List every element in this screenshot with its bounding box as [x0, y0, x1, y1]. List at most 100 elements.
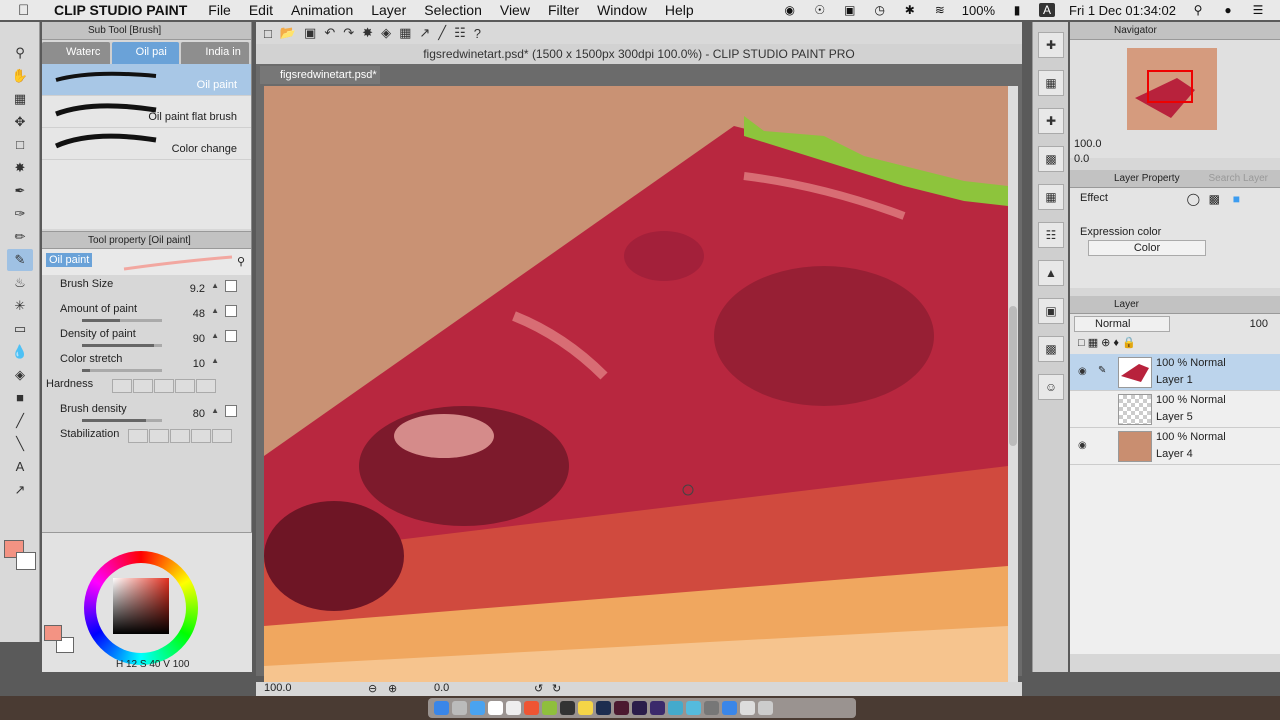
brush-color-change[interactable]: Color change	[42, 128, 251, 160]
stabilization-cells[interactable]	[128, 429, 233, 443]
menu-filter[interactable]: Filter	[548, 2, 579, 18]
fill-icon[interactable]: ◈	[7, 364, 33, 386]
image-material-icon[interactable]: ▲	[1038, 260, 1064, 286]
prop-brush-density[interactable]: Brush density 80 ▲	[42, 400, 251, 425]
indesign-icon[interactable]	[614, 701, 629, 715]
decoration-icon[interactable]: ✳	[7, 295, 33, 317]
snap-ruler-icon[interactable]: ↗	[419, 25, 430, 41]
search-layer-tab[interactable]: Search Layer	[1209, 170, 1268, 188]
creative-cloud-icon[interactable]: ☉	[812, 3, 828, 17]
text-icon[interactable]: A	[7, 456, 33, 478]
layer-row[interactable]: ◉ 100 % Normal Layer 4	[1070, 428, 1280, 465]
save-icon[interactable]: ▣	[304, 25, 316, 41]
bluetooth-icon[interactable]: ✱	[902, 3, 918, 17]
navigator-thumbnail[interactable]	[1127, 48, 1217, 130]
input-source-icon[interactable]: A	[1039, 3, 1056, 17]
facetime-icon[interactable]	[686, 701, 701, 715]
brush-icon[interactable]: ✎	[7, 249, 33, 271]
after-effects-icon[interactable]	[632, 701, 647, 715]
cut-icon[interactable]: ▣	[1038, 298, 1064, 324]
menu-help[interactable]: Help	[665, 2, 694, 18]
apple-icon[interactable]: 	[18, 2, 40, 19]
zoom-out-icon[interactable]: ⊖	[368, 682, 377, 695]
view-rect[interactable]	[1147, 70, 1193, 103]
pen-icon[interactable]: ✑	[7, 203, 33, 225]
slider[interactable]	[82, 369, 162, 372]
pressure-icon[interactable]	[225, 405, 237, 417]
main-color-swatch[interactable]	[44, 625, 62, 641]
clear-icon[interactable]: ✸	[362, 25, 373, 41]
spin-icon[interactable]: ▲	[211, 306, 219, 315]
calendar-icon[interactable]	[506, 701, 521, 715]
snap-special-ruler-icon[interactable]: ╱	[438, 25, 446, 41]
zoom-icon[interactable]: ⚲	[7, 42, 33, 64]
wifi-icon[interactable]: ≋	[932, 3, 948, 17]
notification-icon[interactable]: ☰	[1250, 3, 1266, 17]
app-store-icon[interactable]	[722, 701, 737, 715]
pressure-icon[interactable]	[225, 280, 237, 292]
rotate-right-icon[interactable]: ↻	[552, 682, 561, 695]
zoom-value[interactable]: 100.0	[264, 682, 292, 694]
battery-icon[interactable]: ▮	[1009, 3, 1025, 17]
slider[interactable]	[82, 319, 162, 322]
eyedropper-icon[interactable]: ✒	[7, 180, 33, 202]
tone-icon[interactable]: ▦	[1038, 184, 1064, 210]
eraser-icon[interactable]: ▭	[7, 318, 33, 340]
expression-color-select[interactable]: Color	[1088, 240, 1206, 256]
stickies-icon[interactable]	[578, 701, 593, 715]
material-icon[interactable]: ▦	[1038, 70, 1064, 96]
vertical-scrollbar[interactable]	[1008, 86, 1018, 682]
layer-row[interactable]: 100 % Normal Layer 5	[1070, 391, 1280, 428]
brush-oil-paint[interactable]: Oil paint	[42, 64, 251, 96]
pressure-icon[interactable]	[225, 305, 237, 317]
prop-value[interactable]: 90	[193, 333, 205, 345]
new-icon[interactable]: □	[264, 26, 272, 41]
stack-icon[interactable]: ▩	[1038, 336, 1064, 362]
menu-view[interactable]: View	[500, 2, 530, 18]
magic-wand-icon[interactable]: ✸	[7, 157, 33, 179]
hand-icon[interactable]: ✋	[7, 65, 33, 87]
tab-watercolor[interactable]: Waterc	[42, 42, 110, 64]
spin-icon[interactable]: ▲	[211, 281, 219, 290]
spin-icon[interactable]: ▲	[211, 331, 219, 340]
tab-oil-paint[interactable]: Oil pai	[111, 42, 180, 64]
undo-icon[interactable]: ↶	[324, 25, 335, 41]
app-menu[interactable]: CLIP STUDIO PAINT	[54, 2, 187, 18]
border-effect-icon[interactable]: ◯	[1187, 192, 1200, 206]
menu-selection[interactable]: Selection	[424, 2, 482, 18]
help-icon[interactable]: ?	[474, 26, 481, 41]
hardness-cells[interactable]	[112, 379, 217, 393]
notes-icon[interactable]	[488, 701, 503, 715]
figure-material-icon[interactable]: ☺	[1038, 374, 1064, 400]
eye-icon[interactable]: ◉	[1078, 366, 1087, 377]
brush-oil-paint-flat[interactable]: Oil paint flat brush	[42, 96, 251, 128]
move-icon[interactable]: ✥	[7, 111, 33, 133]
launchpad-icon[interactable]	[452, 701, 467, 715]
menu-file[interactable]: File	[208, 2, 231, 18]
preferences-icon[interactable]	[704, 701, 719, 715]
transform-icon[interactable]: ▦	[399, 25, 411, 41]
spin-icon[interactable]: ▲	[211, 356, 219, 365]
menu-edit[interactable]: Edit	[249, 2, 273, 18]
blend-mode-select[interactable]: Normal	[1074, 316, 1170, 332]
clip-studio-icon[interactable]	[560, 701, 575, 715]
menu-window[interactable]: Window	[597, 2, 647, 18]
slider[interactable]	[82, 419, 162, 422]
siri-icon[interactable]: ●	[1220, 3, 1236, 17]
gradient-icon[interactable]: ■	[7, 387, 33, 409]
artwork[interactable]	[264, 86, 1008, 684]
navigator-angle[interactable]: 0.0	[1074, 153, 1089, 165]
preview-search-icon[interactable]: ⚲	[237, 255, 245, 268]
figure-icon[interactable]: ╱	[7, 410, 33, 432]
selection-icon[interactable]: □	[7, 134, 33, 156]
texture-icon[interactable]: ▩	[1038, 146, 1064, 172]
correct-line-icon[interactable]: ↗	[7, 479, 33, 501]
photoshop-icon[interactable]	[596, 701, 611, 715]
snap-grid-icon[interactable]: ☷	[454, 25, 466, 41]
redo-icon[interactable]: ↷	[343, 25, 354, 41]
prop-value[interactable]: 9.2	[190, 283, 205, 295]
tab-india-ink[interactable]: India in	[181, 42, 250, 64]
trash-icon[interactable]	[758, 701, 773, 715]
prop-value[interactable]: 80	[193, 408, 205, 420]
search-icon[interactable]: ⚲	[1190, 3, 1206, 17]
